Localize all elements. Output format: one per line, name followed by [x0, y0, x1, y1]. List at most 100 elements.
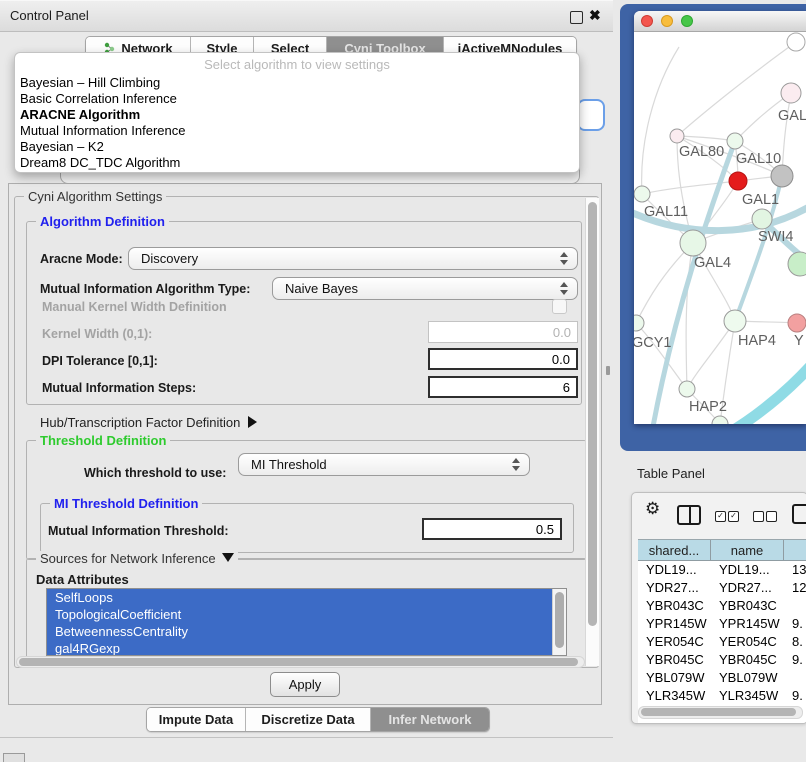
network-node[interactable] — [781, 83, 801, 103]
attribute-item[interactable]: TopologicalCoefficient — [47, 606, 566, 623]
manual-kernel-label: Manual Kernel Width Definition — [42, 300, 227, 314]
network-node[interactable] — [788, 252, 806, 276]
spinner-arrows-icon — [512, 458, 521, 472]
table-row[interactable]: YBR043CYBR043C — [638, 597, 806, 615]
table-cell: YBL079W — [638, 669, 711, 687]
settings-vertical-scrollbar[interactable] — [585, 198, 599, 666]
network-node[interactable] — [680, 230, 706, 256]
network-edge[interactable] — [636, 243, 693, 323]
network-edge[interactable] — [642, 47, 679, 194]
algorithm-item[interactable]: Dream8 DC_TDC Algorithm — [15, 155, 579, 171]
table-row[interactable]: YBR045CYBR045C9. — [638, 651, 806, 669]
attribute-item[interactable]: BetweennessCentrality — [47, 623, 566, 640]
mi-type-label: Mutual Information Algorithm Type: — [40, 282, 250, 296]
which-threshold-combo[interactable]: MI Threshold — [238, 453, 530, 476]
float-window-icon[interactable] — [570, 11, 583, 24]
network-inner-window: GALGAL80GAL10GAL1GAL11SWI4GAL4GCY1HAP4YH… — [634, 11, 806, 424]
apply-button[interactable]: Apply — [270, 672, 340, 697]
table-body: YDL19...YDL19...13YDR27...YDR27...12YBR0… — [638, 561, 806, 723]
data-attributes-list[interactable]: SelfLoops TopologicalCoefficient Between… — [46, 588, 567, 656]
export-table-icon[interactable] — [792, 504, 806, 524]
network-node[interactable] — [729, 172, 747, 190]
table-header-row: shared... name A — [638, 539, 806, 561]
network-node[interactable] — [787, 33, 805, 51]
table-cell: YDL19... — [711, 561, 784, 579]
zoom-traffic-light-icon[interactable] — [681, 15, 693, 27]
node-label: HAP2 — [689, 399, 727, 415]
network-canvas[interactable]: GALGAL80GAL10GAL1GAL11SWI4GAL4GCY1HAP4YH… — [634, 32, 806, 424]
focused-combo-edge — [577, 99, 605, 131]
algorithm-item[interactable]: Mutual Information Inference — [15, 123, 579, 139]
spinner-arrows-icon — [560, 282, 569, 296]
algorithm-item[interactable]: Bayesian – Hill Climbing — [15, 75, 579, 91]
table-cell: YDR27... — [711, 579, 784, 597]
table-cell: YPR145W — [711, 615, 784, 633]
table-row[interactable]: YLR345WYLR345W9. — [638, 687, 806, 705]
manual-kernel-checkbox[interactable] — [552, 299, 567, 314]
aracne-mode-combo[interactable]: Discovery — [128, 247, 578, 270]
checked-checkbox-icon[interactable]: ✓ — [715, 511, 726, 522]
network-node[interactable] — [679, 381, 695, 397]
column-header[interactable]: A — [784, 540, 806, 560]
checked-checkbox-icon[interactable]: ✓ — [728, 511, 739, 522]
table-cell: 9. — [784, 615, 806, 633]
table-row[interactable]: YER054CYER054C8. — [638, 633, 806, 651]
network-node[interactable] — [752, 209, 772, 229]
node-label: GAL11 — [644, 204, 688, 220]
table-horizontal-scrollbar[interactable] — [638, 706, 803, 719]
network-node[interactable] — [634, 315, 644, 331]
mi-steps-label: Mutual Information Steps: — [42, 381, 196, 395]
network-node[interactable] — [788, 314, 806, 332]
close-icon[interactable]: ✖ — [589, 7, 601, 24]
expanded-arrow-icon — [222, 553, 234, 562]
attribute-list-scrollbar[interactable] — [552, 589, 566, 655]
network-node[interactable] — [634, 186, 650, 202]
network-node[interactable] — [670, 129, 684, 143]
column-header[interactable]: shared... — [638, 540, 711, 560]
settings-horizontal-scrollbar[interactable] — [16, 656, 585, 668]
mi-type-combo[interactable]: Naive Bayes — [272, 277, 578, 300]
table-row[interactable]: YDR27...YDR27...12 — [638, 579, 806, 597]
network-node[interactable] — [727, 133, 743, 149]
table-cell: YBL079W — [711, 669, 784, 687]
attribute-item[interactable]: SelfLoops — [47, 589, 566, 606]
algorithm-item[interactable]: Basic Correlation Inference — [15, 91, 579, 107]
table-row[interactable]: YBL079WYBL079W — [638, 669, 806, 687]
gear-icon[interactable]: ⚙ — [645, 499, 660, 519]
mi-steps-field[interactable]: 6 — [428, 376, 578, 398]
minimize-traffic-light-icon[interactable] — [661, 15, 673, 27]
unchecked-checkbox-icon[interactable] — [753, 511, 764, 522]
tab-discretize-data[interactable]: Discretize Data — [246, 708, 371, 731]
aracne-mode-label: Aracne Mode: — [40, 252, 123, 266]
unchecked-checkbox-icon[interactable] — [766, 511, 777, 522]
table-cell: 8. — [784, 633, 806, 651]
table-cell: 9. — [784, 651, 806, 669]
tab-impute-data[interactable]: Impute Data — [147, 708, 246, 731]
close-traffic-light-icon[interactable] — [641, 15, 653, 27]
panel-splitter-handle[interactable] — [606, 366, 610, 375]
node-label: GAL4 — [694, 255, 731, 271]
kernel-width-field[interactable]: 0.0 — [428, 321, 578, 343]
column-header[interactable]: name — [711, 540, 784, 560]
table-row[interactable]: YPR145WYPR145W9. — [638, 615, 806, 633]
mi-threshold-field[interactable]: 0.5 — [422, 518, 562, 540]
table-cell: YER054C — [711, 633, 784, 651]
network-node[interactable] — [724, 310, 746, 332]
attribute-item[interactable]: gal4RGexp — [47, 640, 566, 656]
network-edge[interactable] — [782, 93, 791, 176]
algorithm-item-selected[interactable]: ARACNE Algorithm — [15, 107, 579, 123]
sources-group-title[interactable]: Sources for Network Inference — [36, 551, 238, 566]
algorithm-item[interactable]: Bayesian – K2 — [15, 139, 579, 155]
hub-section-toggle[interactable]: Hub/Transcription Factor Definition — [40, 415, 257, 430]
network-edge-highlighted[interactable] — [652, 141, 735, 424]
table-row[interactable]: YDL19...YDL19...13 — [638, 561, 806, 579]
algorithm-definition-title: Algorithm Definition — [36, 214, 169, 229]
dpi-tolerance-field[interactable]: 0.0 — [428, 348, 578, 370]
network-edge[interactable] — [687, 321, 735, 389]
minimized-panel-icon[interactable] — [3, 753, 25, 762]
tab-infer-network[interactable]: Infer Network — [371, 708, 489, 731]
network-node[interactable] — [771, 165, 793, 187]
window-titlebar[interactable] — [634, 11, 806, 32]
network-edge[interactable] — [642, 181, 738, 194]
columns-icon[interactable] — [677, 505, 701, 525]
